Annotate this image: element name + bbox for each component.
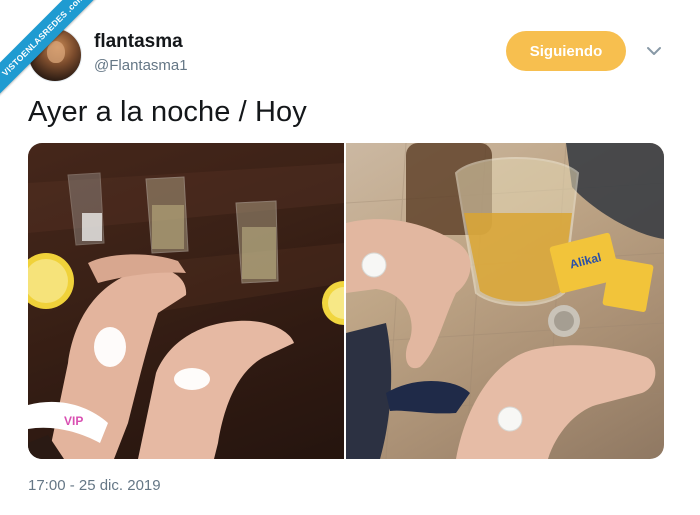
watermark-text: VISTOENLASREDES .com [0,0,87,79]
watermark: VISTOENLASREDES .com [0,0,110,110]
tweet-timestamp[interactable]: 17:00 - 25 dic. 2019 [28,477,161,494]
wristband-text: VIP [64,414,83,428]
photo-morning-illustration: Alikal [346,143,664,459]
chevron-down-icon[interactable] [644,41,664,61]
media-grid: VIP Alikal [28,143,664,459]
photo-night-illustration: VIP [28,143,344,459]
following-button[interactable]: Siguiendo [506,31,626,71]
watermark-ribbon: VISTOENLASREDES .com [0,0,104,96]
photo-morning[interactable]: Alikal [346,143,664,459]
photo-night[interactable]: VIP [28,143,344,459]
tweet-card: VISTOENLASREDES .com flantasma @Flantasm… [0,0,700,515]
